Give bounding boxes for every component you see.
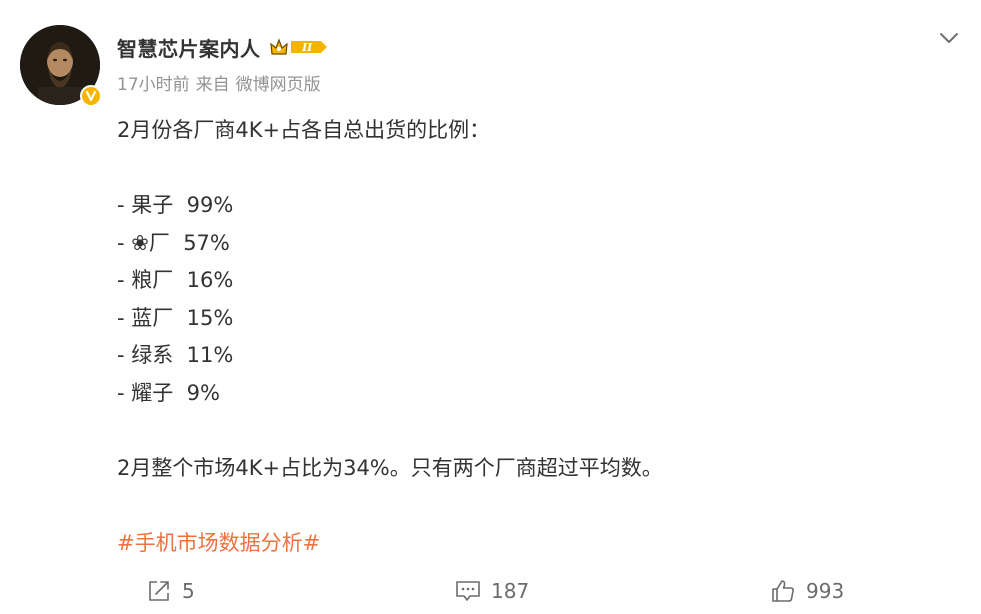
comment-button[interactable]: 187	[455, 573, 529, 609]
weibo-post-card: 智慧芯片案内人 II 17小时前 来自 微博网页版 2月份各厂商4K+占各自总出…	[0, 0, 981, 614]
repost-count: 5	[182, 579, 195, 603]
author-name[interactable]: 智慧芯片案内人	[117, 33, 261, 62]
repost-icon	[146, 578, 172, 604]
like-count: 993	[806, 579, 845, 603]
list-item: - 耀子 9%	[117, 380, 220, 405]
like-button[interactable]: 993	[770, 573, 844, 609]
vip-level-text: II	[301, 41, 313, 54]
post-summary: 2月整个市场4K+占比为34%。只有两个厂商超过平均数。	[117, 455, 663, 480]
verified-v-icon	[80, 85, 102, 107]
post-source[interactable]: 微博网页版	[236, 70, 321, 95]
list-item: - 粮厂 16%	[117, 268, 234, 292]
post-timestamp[interactable]: 17小时前	[117, 70, 190, 95]
source-prefix: 来自	[195, 75, 230, 95]
author-avatar-container[interactable]	[20, 25, 102, 107]
hashtag-link[interactable]: #手机市场数据分析#	[117, 531, 320, 555]
comment-icon	[455, 578, 481, 604]
crown-vip-icon[interactable]: II	[269, 36, 329, 58]
list-item: - 蓝厂 15%	[117, 305, 234, 330]
list-item: - 绿系 11%	[117, 343, 234, 367]
post-intro: 2月份各厂商4K+占各自总出货的比例：	[117, 118, 491, 142]
post-header: 智慧芯片案内人 II 17小时前 来自 微博网页版	[117, 30, 329, 95]
chevron-down-icon[interactable]	[937, 26, 961, 50]
repost-button[interactable]: 5	[146, 573, 195, 609]
comment-count: 187	[491, 579, 530, 603]
post-meta: 17小时前 来自 微博网页版	[117, 70, 329, 95]
list-item: - 果子 99%	[117, 193, 234, 217]
post-content: 2月份各厂商4K+占各自总出货的比例： - 果子 99% - ❀厂 57% - …	[117, 112, 937, 562]
action-bar: 5 187 993	[0, 573, 981, 609]
list-item: - ❀厂 57%	[117, 230, 230, 255]
author-name-row: 智慧芯片案内人 II	[117, 30, 329, 64]
thumbs-up-icon	[770, 578, 796, 604]
